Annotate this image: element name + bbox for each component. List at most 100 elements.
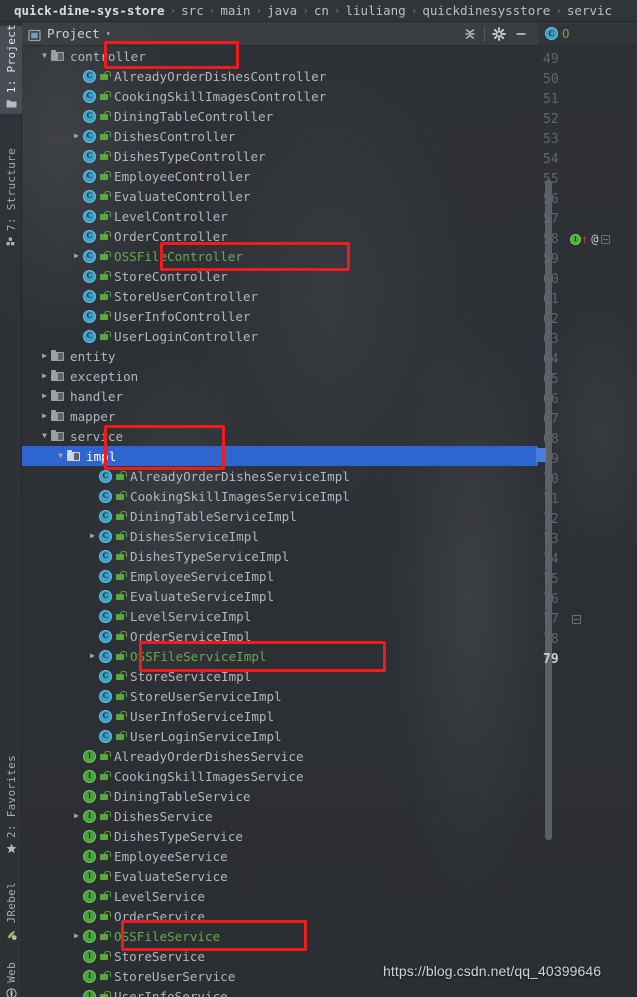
tree-row[interactable]: ▶C UserInfoController bbox=[22, 306, 538, 326]
interface-icon: I bbox=[83, 849, 97, 863]
tree-row[interactable]: ▶C StoreUserController bbox=[22, 286, 538, 306]
tree-row[interactable]: ▼ controller bbox=[22, 46, 538, 66]
tree-row[interactable]: ▶C EvaluateController bbox=[22, 186, 538, 206]
fold-icon[interactable] bbox=[572, 614, 581, 624]
chevron-right-icon[interactable]: ▶ bbox=[70, 252, 83, 260]
tool-window-tab-web[interactable]: Web bbox=[0, 952, 22, 997]
tree-row[interactable]: ▶C UserLoginController bbox=[22, 326, 538, 346]
tree-arrow-placeholder: ▶ bbox=[70, 332, 83, 340]
tree-row[interactable]: ▶C StoreController bbox=[22, 266, 538, 286]
breadcrumb[interactable]: quick-dine-sys-store › src › main › java › cn › li… bbox=[0, 0, 637, 22]
tree-row[interactable]: ▶C AlreadyOrderDishesController bbox=[22, 66, 538, 86]
tree-row[interactable]: ▶ C DishesController bbox=[22, 126, 538, 146]
tree-row[interactable]: ▶ entity bbox=[22, 346, 538, 366]
tree-row[interactable]: ▶C AlreadyOrderDishesServiceImpl bbox=[22, 466, 538, 486]
override-arrow-icon[interactable]: ↑ bbox=[581, 233, 588, 245]
tree-row[interactable]: ▶C UserLoginServiceImpl bbox=[22, 726, 538, 746]
tool-window-tab-structure[interactable]: 7: Structure bbox=[0, 148, 22, 252]
tree-row[interactable]: ▶I AlreadyOrderDishesService bbox=[22, 746, 538, 766]
chevron-down-icon[interactable]: ▼ bbox=[38, 52, 51, 60]
tree-row[interactable]: ▶C CookingSkillImagesController bbox=[22, 86, 538, 106]
tree-row[interactable]: ▶ C DishesServiceImpl bbox=[22, 526, 538, 546]
fold-icon[interactable] bbox=[601, 234, 611, 244]
tree-row[interactable]: ▶C OrderServiceImpl bbox=[22, 626, 538, 646]
public-visibility-badge-icon bbox=[116, 711, 127, 721]
tree-row[interactable]: ▶I UserInfoService bbox=[22, 986, 538, 997]
tree-row[interactable]: ▶ exception bbox=[22, 366, 538, 386]
chevron-down-icon[interactable]: ▼ bbox=[38, 432, 51, 440]
collapse-all-icon[interactable] bbox=[459, 23, 481, 45]
tree-row[interactable]: ▶ C OSSFileServiceImpl bbox=[22, 646, 538, 666]
tree-arrow-placeholder: ▶ bbox=[86, 492, 99, 500]
breadcrumb-item-1[interactable]: src bbox=[181, 3, 204, 18]
tree-row[interactable]: ▶C LevelController bbox=[22, 206, 538, 226]
tree-row[interactable]: ▶C EmployeeController bbox=[22, 166, 538, 186]
tree-row[interactable]: ▶ I DishesService bbox=[22, 806, 538, 826]
tree-row[interactable]: ▶C DiningTableController bbox=[22, 106, 538, 126]
hide-panel-icon[interactable] bbox=[510, 23, 532, 45]
tree-row[interactable]: ▶C EmployeeServiceImpl bbox=[22, 566, 538, 586]
chevron-right-icon[interactable]: ▶ bbox=[70, 132, 83, 140]
line-number: 52 bbox=[543, 111, 559, 127]
folder-icon bbox=[51, 49, 65, 63]
chevron-right-icon[interactable]: ▶ bbox=[38, 392, 51, 400]
watermark-text: https://blog.csdn.net/qq_40399646 bbox=[383, 963, 602, 979]
tree-row[interactable]: ▶ mapper bbox=[22, 406, 538, 426]
tree-row[interactable]: ▶I OrderService bbox=[22, 906, 538, 926]
tree-row[interactable]: ▶C UserInfoServiceImpl bbox=[22, 706, 538, 726]
tree-row[interactable]: ▶C DishesTypeController bbox=[22, 146, 538, 166]
tree-row[interactable]: ▶I DishesTypeService bbox=[22, 826, 538, 846]
tree-row[interactable]: ▼ service bbox=[22, 426, 538, 446]
tree-row-label: exception bbox=[70, 368, 139, 384]
tree-row[interactable]: ▶I CookingSkillImagesService bbox=[22, 766, 538, 786]
editor-scrollbar-marker[interactable] bbox=[536, 448, 546, 462]
tool-window-tab-project[interactable]: 1: Project bbox=[0, 24, 22, 114]
chevron-right-icon[interactable]: ▶ bbox=[70, 932, 83, 940]
chevron-down-icon[interactable]: ▾ bbox=[106, 29, 111, 38]
tree-row[interactable]: ▶ C OSSFileController bbox=[22, 246, 538, 266]
public-visibility-badge-icon bbox=[100, 991, 111, 997]
tree-row[interactable]: ▶C EvaluateServiceImpl bbox=[22, 586, 538, 606]
tree-row[interactable]: ▶C LevelServiceImpl bbox=[22, 606, 538, 626]
class-icon: C bbox=[83, 249, 97, 263]
tool-window-tab-favorites[interactable]: 2: Favorites bbox=[0, 755, 22, 859]
chevron-right-icon[interactable]: ▶ bbox=[38, 372, 51, 380]
tree-row[interactable]: ▶I EmployeeService bbox=[22, 846, 538, 866]
tree-row[interactable]: ▶C OrderController bbox=[22, 226, 538, 246]
tree-row[interactable]: ▶C DiningTableServiceImpl bbox=[22, 506, 538, 526]
tool-window-tab-jrebel[interactable]: JR JRebel bbox=[0, 867, 22, 945]
breadcrumb-item-7[interactable]: servic bbox=[567, 3, 612, 18]
breadcrumb-item-4[interactable]: cn bbox=[314, 3, 329, 18]
tree-row[interactable]: ▶ handler bbox=[22, 386, 538, 406]
tree-arrow-placeholder: ▶ bbox=[86, 572, 99, 580]
gear-icon[interactable] bbox=[488, 23, 510, 45]
editor-tab[interactable]: C O bbox=[538, 22, 637, 46]
chevron-right-icon[interactable]: ▶ bbox=[70, 812, 83, 820]
interface-icon: I bbox=[83, 869, 97, 883]
public-visibility-badge-icon bbox=[100, 171, 111, 181]
tree-row[interactable]: ▶C StoreServiceImpl bbox=[22, 666, 538, 686]
chevron-down-icon[interactable]: ▼ bbox=[54, 452, 67, 460]
tree-row[interactable]: ▶I EvaluateService bbox=[22, 866, 538, 886]
breadcrumb-item-0[interactable]: quick-dine-sys-store bbox=[14, 3, 165, 18]
implemented-interface-icon[interactable]: I bbox=[570, 233, 581, 245]
tree-row[interactable]: ▶I LevelService bbox=[22, 886, 538, 906]
chevron-right-icon[interactable]: ▶ bbox=[38, 412, 51, 420]
chevron-right-icon[interactable]: ▶ bbox=[86, 652, 99, 660]
breadcrumb-item-3[interactable]: java bbox=[267, 3, 297, 18]
editor-gutter[interactable]: 49 50 51 52 53 54 55 56 57 58 I ↑ @59 60 61 62 63 64 65 66 6… bbox=[538, 49, 637, 997]
chevron-right-icon[interactable]: ▶ bbox=[38, 352, 51, 360]
tree-row[interactable]: ▶ I OSSFileService bbox=[22, 926, 538, 946]
tree-row[interactable]: ▶C CookingSkillImagesServiceImpl bbox=[22, 486, 538, 506]
breadcrumb-item-2[interactable]: main bbox=[220, 3, 250, 18]
breadcrumb-item-6[interactable]: quickdinesysstore bbox=[422, 3, 550, 18]
project-tree[interactable]: ▼controller▶CAlreadyOrderDishesControlle… bbox=[22, 46, 538, 997]
chevron-right-icon[interactable]: ▶ bbox=[86, 532, 99, 540]
tree-row[interactable]: ▶C DishesTypeServiceImpl bbox=[22, 546, 538, 566]
tree-row[interactable]: ▶I DiningTableService bbox=[22, 786, 538, 806]
annotation-at-icon[interactable]: @ bbox=[591, 233, 598, 245]
class-icon: C bbox=[83, 269, 97, 283]
tree-row[interactable]: ▼ impl bbox=[22, 446, 538, 466]
tree-row[interactable]: ▶C StoreUserServiceImpl bbox=[22, 686, 538, 706]
breadcrumb-item-5[interactable]: liuliang bbox=[346, 3, 406, 18]
